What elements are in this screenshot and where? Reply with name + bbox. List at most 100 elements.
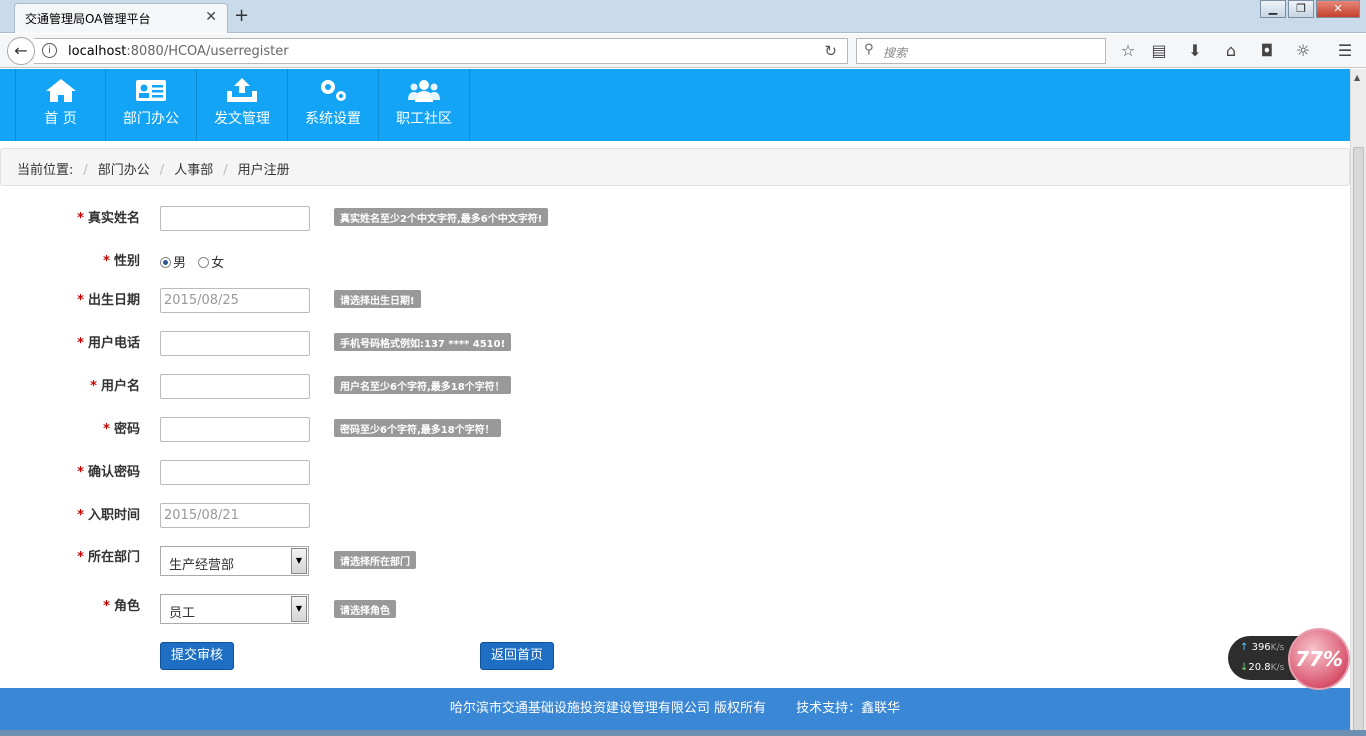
minimize-button[interactable]: ▁: [1260, 0, 1286, 18]
os-taskbar: [0, 730, 1366, 736]
department-hint: 请选择所在部门: [334, 551, 416, 569]
phone-hint: 手机号码格式例如:137 **** 4510!: [334, 333, 512, 351]
submit-button[interactable]: 提交审核: [160, 642, 234, 670]
chevron-down-icon[interactable]: ▼: [291, 596, 307, 622]
nav-label: 系统设置: [305, 111, 361, 127]
menu-icon[interactable]: ☰: [1335, 41, 1355, 60]
search-icon: ⚲: [864, 42, 874, 57]
reload-icon[interactable]: ↻: [824, 42, 837, 60]
nav-item-department[interactable]: 部门办公: [106, 69, 197, 141]
home-browser-icon[interactable]: ⌂: [1221, 41, 1241, 60]
arrow-up-icon: ↑: [1240, 642, 1249, 653]
phone-label: * 用户电话: [77, 336, 140, 351]
scroll-up-icon[interactable]: ▲: [1354, 73, 1360, 82]
phone-input[interactable]: [160, 331, 310, 356]
nav-item-settings[interactable]: 系统设置: [288, 69, 379, 141]
browser-tab[interactable]: 交通管理局OA管理平台 ✕: [14, 3, 228, 33]
vertical-scrollbar[interactable]: ▲: [1350, 69, 1366, 736]
new-tab-icon[interactable]: +: [234, 5, 249, 26]
nav-label: 职工社区: [396, 111, 452, 127]
department-row: * 所在部门 生产经营部 ▼ 请选择所在部门: [0, 546, 1000, 576]
breadcrumb-item[interactable]: 部门办公: [98, 163, 150, 178]
confirm-password-row: * 确认密码: [0, 460, 1000, 490]
url-host: localhost: [68, 44, 127, 59]
gears-icon: [321, 80, 346, 101]
home-icon: [46, 79, 76, 102]
nav-item-documents[interactable]: 发文管理: [197, 69, 288, 141]
extension-icon[interactable]: ☼: [1293, 41, 1313, 60]
gender-label: * 性别: [103, 254, 140, 269]
id-card-icon: [136, 80, 166, 101]
chevron-down-icon[interactable]: ▼: [291, 548, 307, 574]
password-hint: 密码至少6个字符,最多18个字符！: [334, 419, 501, 437]
search-placeholder: 搜索: [883, 46, 908, 60]
confirm-password-label: * 确认密码: [77, 465, 140, 480]
download-speed: ↓20.8K/s: [1240, 662, 1285, 673]
department-select[interactable]: 生产经营部 ▼: [160, 546, 309, 576]
nav-label: 发文管理: [214, 111, 270, 127]
hire-date-input[interactable]: [160, 503, 310, 528]
confirm-password-input[interactable]: [160, 460, 310, 485]
browser-tab-strip: 交通管理局OA管理平台 ✕ + ▁ ❐ ✕: [0, 0, 1366, 33]
users-icon: [408, 80, 440, 102]
speed-ball[interactable]: 77%: [1288, 628, 1350, 690]
browser-toolbar: i localhost:8080/HCOA/userregister ↻ ← ⚲…: [0, 34, 1366, 68]
radio-female[interactable]: [198, 257, 210, 268]
tab-close-icon[interactable]: ✕: [205, 9, 217, 25]
gender-male-option[interactable]: 男: [160, 256, 186, 271]
upload-speed: ↑ 396K/s: [1240, 642, 1285, 653]
role-select[interactable]: 员工 ▼: [160, 594, 309, 624]
url-path: :8080/HCOA/userregister: [126, 44, 289, 59]
role-value: 员工: [169, 606, 196, 621]
role-row: * 角色 员工 ▼ 请选择角色: [0, 594, 1000, 624]
birth-date-label: * 出生日期: [77, 293, 140, 308]
url-text: localhost:8080/HCOA/userregister: [68, 44, 289, 59]
birth-date-hint: 请选择出生日期!: [334, 290, 421, 308]
bookmark-star-icon[interactable]: ☆: [1118, 41, 1138, 60]
password-input[interactable]: [160, 417, 310, 442]
birth-date-row: *出生日期 请选择出生日期!: [0, 288, 1000, 318]
real-name-hint: 真实姓名至少2个中文字符,最多6个中文字符!: [334, 208, 549, 226]
nav-item-community[interactable]: 职工社区: [379, 69, 470, 141]
password-label: * 密码: [103, 422, 140, 437]
url-bar[interactable]: i localhost:8080/HCOA/userregister ↻: [34, 38, 848, 64]
username-hint: 用户名至少6个字符,最多18个字符！: [334, 376, 511, 394]
role-label: * 角色: [103, 599, 140, 614]
password-row: * 密码 密码至少6个字符,最多18个字符！: [0, 417, 1000, 447]
department-label: * 所在部门: [77, 550, 140, 565]
reading-list-icon[interactable]: ▤: [1149, 41, 1169, 60]
gender-row: * 性别 男 女: [0, 250, 1000, 280]
download-icon[interactable]: ⬇: [1185, 41, 1205, 60]
nav-label: 首 页: [44, 111, 77, 127]
real-name-row: * 真实姓名 真实姓名至少2个中文字符,最多6个中文字符!: [0, 206, 1000, 236]
info-icon[interactable]: i: [42, 43, 57, 58]
birth-date-input[interactable]: [160, 288, 310, 313]
breadcrumb-prefix: 当前位置:: [17, 163, 74, 178]
radio-male[interactable]: [160, 257, 171, 268]
gender-female-option[interactable]: 女: [198, 256, 224, 271]
upload-tray-icon: [227, 78, 257, 102]
search-input[interactable]: ⚲ 搜索: [856, 38, 1106, 64]
department-value: 生产经营部: [169, 558, 235, 573]
app-nav-bar: 首 页 部门办公 发文管理 系统设置 职工社区: [0, 69, 1350, 141]
username-row: * 用户名 用户名至少6个字符,最多18个字符！: [0, 374, 1000, 404]
close-window-button[interactable]: ✕: [1316, 0, 1360, 18]
username-input[interactable]: [160, 374, 310, 399]
nav-label: 部门办公: [123, 111, 179, 127]
back-button[interactable]: ←: [7, 37, 35, 65]
gender-radio-group: 男 女: [160, 252, 224, 271]
username-label: * 用户名: [90, 379, 140, 394]
tab-title: 交通管理局OA管理平台: [25, 12, 151, 26]
scroll-thumb[interactable]: [1353, 147, 1364, 732]
maximize-button[interactable]: ❐: [1288, 0, 1314, 18]
hire-date-row: * 入职时间: [0, 503, 1000, 533]
breadcrumb-item[interactable]: 人事部: [174, 163, 213, 178]
nav-item-home[interactable]: 首 页: [15, 69, 106, 141]
hire-date-label: * 入职时间: [77, 508, 140, 523]
back-home-button[interactable]: 返回首页: [480, 642, 554, 670]
role-hint: 请选择角色: [334, 600, 396, 618]
phone-row: * 用户电话 手机号码格式例如:137 **** 4510!: [0, 331, 1000, 361]
real-name-input[interactable]: [160, 206, 310, 231]
pocket-icon[interactable]: ◘: [1257, 41, 1277, 60]
footer-copyright: 哈尔滨市交通基础设施投资建设管理有限公司 版权所有: [449, 701, 767, 716]
